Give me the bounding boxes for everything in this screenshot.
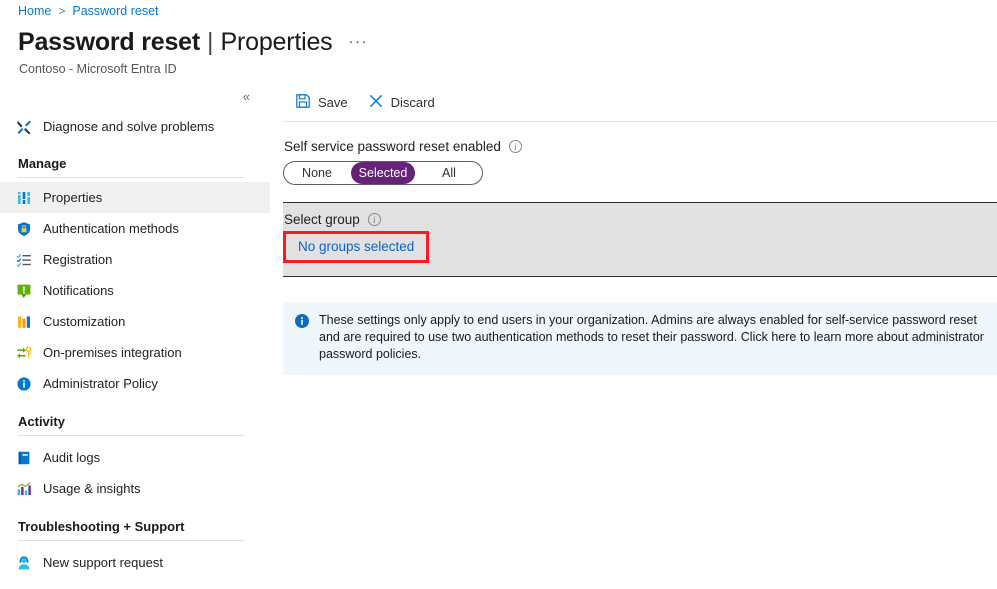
sidebar-section-troubleshooting: Troubleshooting + Support [0, 519, 270, 534]
sidebar-section-activity: Activity [0, 414, 270, 429]
sidebar-item-label: Audit logs [43, 450, 100, 465]
section-rule-bottom [283, 276, 997, 277]
sidebar-item-notifications[interactable]: Notifications [0, 275, 270, 306]
info-banner-text: These settings only apply to end users i… [319, 312, 985, 363]
breadcrumb: Home > Password reset [18, 4, 159, 18]
sidebar-item-customization[interactable]: Customization [0, 306, 270, 337]
page-title-separator: | [207, 28, 214, 57]
sidebar-item-label: On-premises integration [43, 345, 182, 360]
sidebar-item-label: New support request [43, 555, 163, 570]
page-title-tab: Properties [221, 28, 333, 57]
save-disk-icon [295, 93, 311, 112]
sidebar-item-audit-logs[interactable]: Audit logs [0, 442, 270, 473]
toggle-option-all[interactable]: All [417, 162, 481, 184]
sidebar-item-diagnose[interactable]: Diagnose and solve problems [0, 111, 270, 142]
page-title: Password reset | Properties ··· [18, 28, 368, 57]
select-group-label: Select group [284, 212, 360, 227]
info-filled-icon [294, 313, 310, 363]
sidebar-item-usage-insights[interactable]: Usage & insights [0, 473, 270, 504]
sidebar-item-label: Notifications [43, 283, 114, 298]
save-button-label: Save [318, 95, 348, 110]
info-icon[interactable]: i [509, 140, 522, 153]
no-groups-selected-link[interactable]: No groups selected [298, 239, 414, 254]
sspr-toggle-group[interactable]: None Selected All [283, 161, 483, 185]
section-divider [18, 540, 244, 541]
sidebar-item-registration[interactable]: Registration [0, 244, 270, 275]
breadcrumb-item-password-reset[interactable]: Password reset [72, 4, 158, 18]
sidebar-item-on-premises-integration[interactable]: On-premises integration [0, 337, 270, 368]
sidebar-item-administrator-policy[interactable]: Administrator Policy [0, 368, 270, 399]
discard-button[interactable]: Discard [368, 93, 435, 112]
section-divider [18, 177, 244, 178]
sidebar-item-label: Properties [43, 190, 102, 205]
sidebar-item-label: Administrator Policy [43, 376, 158, 391]
sidebar-item-label: Diagnose and solve problems [43, 119, 214, 134]
command-bar: Save Discard [283, 85, 997, 119]
sspr-field-label-row: Self service password reset enabled i [283, 139, 997, 154]
org-subtitle: Contoso - Microsoft Entra ID [19, 62, 177, 76]
sidebar-item-label: Customization [43, 314, 125, 329]
toolbar-divider [283, 121, 997, 122]
breadcrumb-separator: > [58, 4, 65, 18]
sidebar-item-authentication-methods[interactable]: Authentication methods [0, 213, 270, 244]
select-group-band: Select group i No groups selected [283, 203, 997, 276]
collapse-sidebar-icon[interactable]: « [243, 90, 250, 103]
section-divider [18, 435, 244, 436]
sidebar-item-label: Authentication methods [43, 221, 179, 236]
toggle-option-selected[interactable]: Selected [351, 162, 415, 184]
select-group-label-row: Select group i [283, 212, 997, 227]
checklist-icon [14, 251, 34, 269]
sspr-label: Self service password reset enabled [284, 139, 501, 154]
save-button[interactable]: Save [295, 93, 348, 112]
more-options-icon[interactable]: ··· [348, 33, 368, 50]
sync-key-icon [14, 344, 34, 362]
book-icon [14, 449, 34, 467]
page-title-main: Password reset [18, 28, 200, 57]
notification-alert-icon [14, 282, 34, 300]
wrench-icon [14, 118, 34, 136]
info-circle-icon [14, 375, 34, 393]
sidebar-item-label: Usage & insights [43, 481, 141, 496]
info-icon[interactable]: i [368, 213, 381, 226]
close-x-icon [368, 93, 384, 112]
support-agent-icon [14, 554, 34, 572]
main-content: Save Discard Self service password reset… [283, 85, 997, 375]
properties-bars-icon [14, 189, 34, 207]
customization-bars-icon [14, 313, 34, 331]
sidebar-item-properties[interactable]: Properties [0, 182, 270, 213]
discard-button-label: Discard [391, 95, 435, 110]
breadcrumb-item-home[interactable]: Home [18, 4, 51, 18]
sidebar: « Diagnose and solve problems Manage [0, 85, 270, 589]
bar-chart-icon [14, 480, 34, 498]
info-banner: These settings only apply to end users i… [283, 302, 997, 375]
sidebar-item-new-support-request[interactable]: New support request [0, 547, 270, 578]
sidebar-section-manage: Manage [0, 156, 270, 171]
annotation-box: No groups selected [283, 231, 429, 263]
toggle-option-none[interactable]: None [285, 162, 349, 184]
shield-lock-icon [14, 220, 34, 238]
sidebar-item-label: Registration [43, 252, 112, 267]
